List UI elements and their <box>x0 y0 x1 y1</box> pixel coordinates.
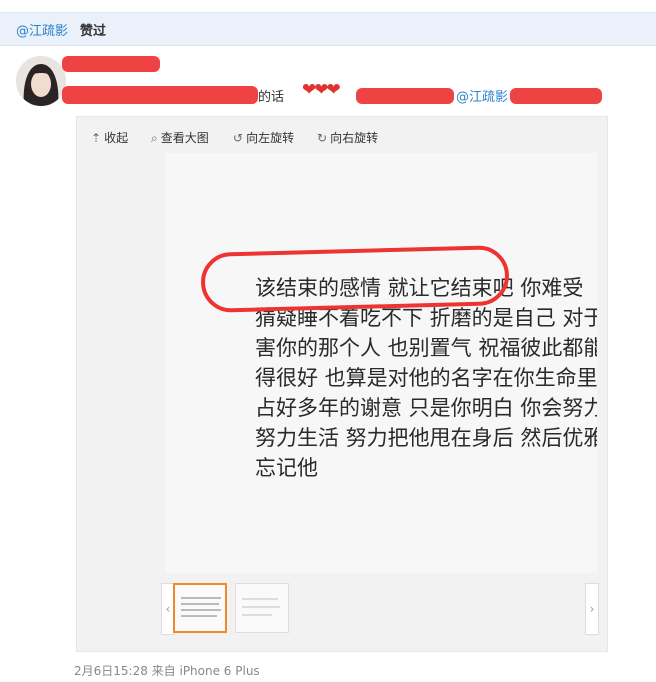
post-text: 的话 <box>258 90 285 105</box>
liked-by-bar: @江疏影 赞过 <box>0 12 656 46</box>
search-icon: ⌕ <box>151 131 158 145</box>
avatar[interactable] <box>16 56 66 106</box>
thumbnail-1[interactable] <box>173 583 227 633</box>
rotate-right-icon: ↻ <box>317 131 328 145</box>
photo-line: 害你的那个人 也别置气 祝福彼此都能过 <box>255 336 597 360</box>
weibo-card: @江疏影 赞过 的话 ❤❤❤ @江疏影 ⇡ 收起 ⌕ 查看大图 ↺ 向左旋转 ↻ 向右旋… <box>0 0 656 682</box>
view-large-button[interactable]: ⌕ 查看大图 <box>151 129 209 146</box>
media-viewer: ⇡ 收起 ⌕ 查看大图 ↺ 向左旋转 ↻ 向右旋转 该结束的感情 就让它结束吧 你难受 … <box>76 116 608 652</box>
rotate-left-button[interactable]: ↺ 向左旋转 <box>233 129 294 146</box>
thumbnail-2[interactable] <box>235 583 289 633</box>
redaction-name <box>62 56 160 72</box>
rotate-left-icon: ↺ <box>233 131 244 145</box>
redaction-text-3 <box>510 88 602 104</box>
post-meta: 2月6日15:28 来自 iPhone 6 Plus <box>74 664 260 678</box>
photo-line: 得很好 也算是对他的名字在你生命里霸 <box>255 366 597 390</box>
redaction-text-1 <box>62 86 258 104</box>
main-photo[interactable]: 该结束的感情 就让它结束吧 你难受 猜疑睡不着吃不下 折磨的是自己 对于伤 害你… <box>165 153 597 573</box>
upload-arrow-icon: ⇡ <box>91 131 102 145</box>
liker-link[interactable]: @江疏影 <box>16 20 68 39</box>
mention-link[interactable]: @江疏影 <box>456 86 508 105</box>
photo-line: 忘记他 <box>255 456 318 480</box>
liked-label: 赞过 <box>80 24 107 39</box>
heart-emoji-icon: ❤❤❤ <box>302 80 341 100</box>
photo-line: 努力生活 努力把他甩在身后 然后优雅地 <box>255 426 597 450</box>
red-marker-circle <box>200 244 510 314</box>
next-arrow-icon[interactable]: › <box>585 583 599 635</box>
thumbnail-strip: ‹ › <box>161 583 601 635</box>
photo-line: 占好多年的谢意 只是你明白 你会努力笑 <box>255 396 597 420</box>
collapse-button[interactable]: ⇡ 收起 <box>91 129 128 146</box>
rotate-right-button[interactable]: ↻ 向右旋转 <box>317 129 378 146</box>
redaction-text-2 <box>356 88 454 104</box>
